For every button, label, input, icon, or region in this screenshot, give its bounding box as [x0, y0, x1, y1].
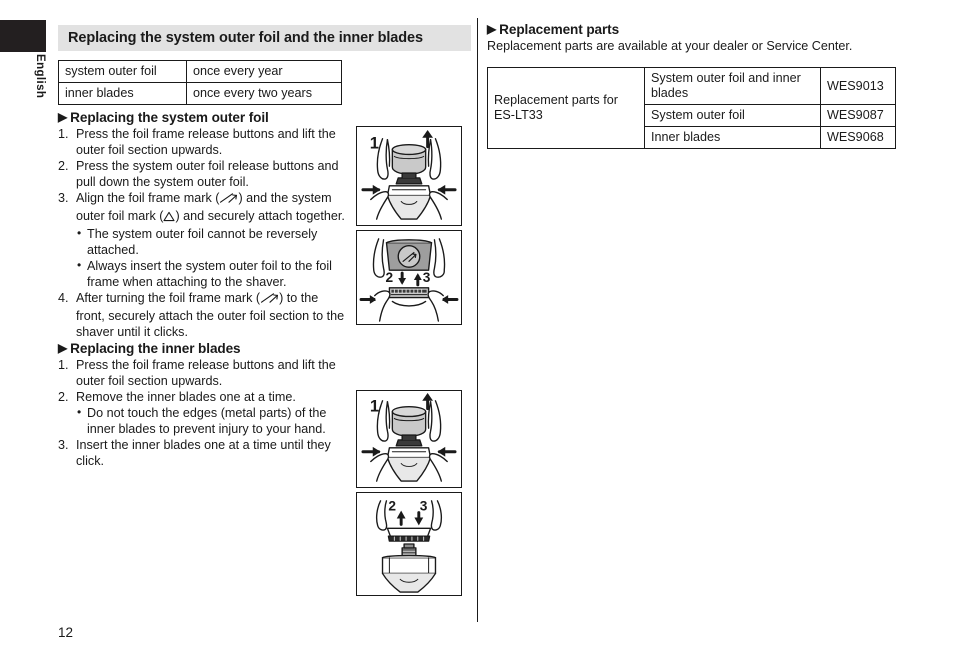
list-item: • Do not touch the edges (metal parts) o… [76, 404, 350, 438]
step-number: 1. [58, 357, 69, 372]
parts-code: WES9087 [820, 104, 896, 128]
parts-group-label: Replacement parts for ES-LT33 [487, 66, 645, 150]
step-text: After turning the foil frame mark () to … [76, 291, 344, 339]
list-item: 3. Insert the inner blades one at a time… [58, 438, 350, 470]
triangle-marker-icon: ▶ [58, 110, 68, 124]
step-number: 1. [58, 127, 69, 141]
list-item: 2. Remove the inner blades one at a time… [58, 390, 350, 438]
subheading-replacement-parts: ▶ Replacement parts [487, 22, 899, 37]
illustration-step-label: 1 [370, 397, 379, 416]
foil-frame-mark-icon [219, 192, 238, 209]
replacement-parts-table: Replacement parts for ES-LT33 System out… [487, 66, 896, 150]
list-item: • The system outer foil cannot be revers… [76, 225, 350, 259]
right-column: ▶ Replacement parts Replacement parts ar… [487, 22, 899, 55]
list-item: 4. After turning the foil frame mark () … [58, 291, 350, 341]
section-title-bar: Replacing the system outer foil and the … [58, 25, 471, 51]
illustration-step-label: 2 [388, 499, 396, 514]
step-number: 2. [58, 158, 69, 173]
note-text: The system outer foil cannot be reversel… [87, 226, 318, 257]
triangle-marker-icon: ▶ [487, 22, 497, 36]
list-item: 2. Press the system outer foil release b… [58, 159, 350, 191]
step-number: 2. [58, 389, 69, 404]
inner-blades-steps: 1. Press the foil frame release buttons … [58, 358, 350, 470]
illustration-step-label: 1 [370, 134, 379, 153]
note-text: Do not touch the edges (metal parts) of … [87, 405, 327, 436]
page-title: Replacing the system outer foil and the … [68, 30, 423, 46]
list-item: 1. Press the foil frame release buttons … [58, 127, 350, 159]
step-2-notes: • Do not touch the edges (metal parts) o… [76, 404, 350, 438]
maintenance-interval-table: system outer foil once every year inner … [58, 59, 342, 106]
table-row: system outer foil once every year [58, 59, 342, 84]
parts-item: System outer foil and inner blades [644, 66, 821, 106]
step-text: Remove the inner blades one at a time. [76, 389, 296, 404]
replacement-parts-note: Replacement parts are available at your … [487, 39, 853, 53]
bullet-icon: • [77, 404, 82, 419]
step-text-before: Align the foil frame mark ( [76, 190, 220, 205]
maint-interval: once every two years [186, 82, 342, 106]
illustration-lift-outer-foil-section: 1 [356, 126, 462, 226]
bullet-icon: • [77, 225, 82, 240]
table-row: inner blades once every two years [58, 82, 342, 106]
page-number: 12 [58, 625, 74, 640]
subheading-label: Replacement parts [499, 22, 620, 37]
triangle-mark-icon [163, 211, 176, 227]
foil-frame-mark-icon [260, 292, 279, 309]
step-text: Press the foil frame release buttons and… [76, 357, 336, 388]
note-text: Always insert the system outer foil to t… [87, 258, 332, 289]
table-row: Replacement parts for ES-LT33 System out… [487, 66, 896, 150]
step-3-notes: • The system outer foil cannot be revers… [76, 225, 350, 291]
step-text-after: ) and securely attach together. [175, 208, 345, 223]
parts-code: WES9013 [820, 66, 896, 106]
language-tab-marker [0, 20, 46, 52]
subheading-replacing-inner-blades: ▶ Replacing the inner blades [58, 341, 350, 356]
subheading-replacing-system-outer-foil: ▶ Replacing the system outer foil [58, 110, 350, 125]
step-text: Align the foil frame mark () and the sys… [76, 191, 345, 223]
column-divider [477, 18, 478, 622]
step-text: Insert the inner blades one at a time un… [76, 437, 331, 468]
maint-part: system outer foil [58, 59, 187, 84]
left-column: ▶ Replacing the system outer foil 1. Pre… [58, 110, 350, 470]
illustration-lift-outer-foil-section-blades: 1 [356, 390, 462, 488]
list-item: 1. Press the foil frame release buttons … [58, 358, 350, 390]
list-item: • Always insert the system outer foil to… [76, 257, 350, 291]
illustration-step-label: 3 [423, 270, 431, 285]
outer-foil-steps: 1. Press the foil frame release buttons … [58, 127, 350, 341]
step-number: 4. [58, 290, 69, 305]
step-number: 3. [58, 190, 69, 205]
language-tab-label: English [34, 54, 46, 99]
step-number: 3. [58, 437, 69, 452]
maint-interval: once every year [186, 59, 342, 84]
subheading-label: Replacing the inner blades [70, 340, 241, 356]
illustration-detach-attach-system-outer-foil: 2 3 [356, 230, 462, 325]
bullet-icon: • [77, 257, 82, 272]
illustration-step-label: 2 [386, 270, 394, 285]
illustration-step-label: 3 [420, 499, 428, 514]
parts-code: WES9068 [820, 126, 896, 150]
triangle-marker-icon: ▶ [58, 340, 68, 355]
subheading-label: Replacing the system outer foil [70, 110, 269, 125]
step-text-before: After turning the foil frame mark ( [76, 290, 261, 305]
list-item: 3. Align the foil frame mark () and the … [58, 191, 350, 291]
step-text: Press the system outer foil release butt… [76, 158, 339, 189]
illustration-remove-insert-inner-blades: 2 3 [356, 492, 462, 596]
maint-part: inner blades [58, 82, 187, 106]
parts-item: Inner blades [644, 126, 821, 150]
step-text: Press the foil frame release buttons and… [76, 127, 336, 157]
parts-item: System outer foil [644, 104, 821, 128]
